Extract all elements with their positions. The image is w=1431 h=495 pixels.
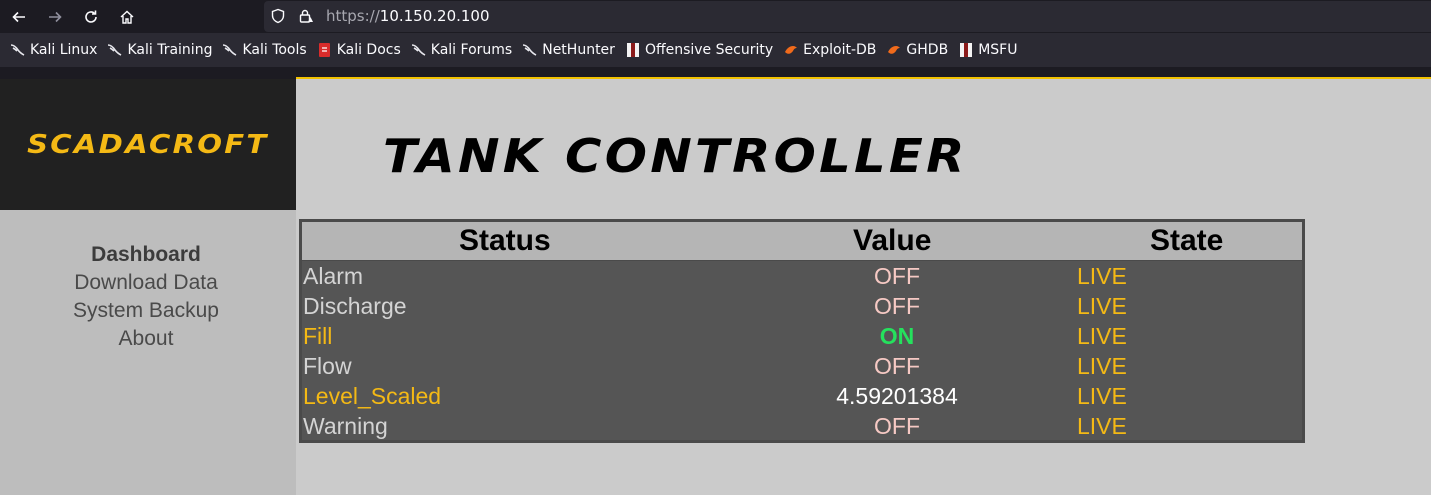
bookmark-label: Kali Tools <box>242 42 307 58</box>
nav-about[interactable]: About <box>0 325 292 353</box>
page-title: TANK CONTROLLER <box>383 129 968 183</box>
status-cell: Fill <box>303 323 333 349</box>
status-cell: Warning <box>303 413 388 439</box>
table-row: Fill ON LIVE <box>302 321 1302 351</box>
bookmark-item[interactable]: Kali Docs <box>313 33 407 67</box>
header-divider <box>0 67 1431 79</box>
url-text: https://10.150.20.100 <box>326 7 490 25</box>
url-bar[interactable]: https://10.150.20.100 <box>264 1 1431 32</box>
value-cell: OFF <box>874 293 920 319</box>
table-row: Flow OFF LIVE <box>302 351 1302 381</box>
exploit-db-icon <box>783 42 799 58</box>
table-row: Level_Scaled 4.59201384 LIVE <box>302 381 1302 411</box>
bookmark-label: Exploit-DB <box>803 42 877 58</box>
kali-dragon-icon <box>411 42 427 58</box>
kali-docs-icon <box>317 42 333 58</box>
kali-dragon-icon <box>107 42 123 58</box>
bookmark-item[interactable]: MSFU <box>954 33 1023 67</box>
bookmark-item[interactable]: Kali Tools <box>218 33 312 67</box>
nav-system-backup[interactable]: System Backup <box>0 297 292 325</box>
bookmark-item[interactable]: GHDB <box>882 33 954 67</box>
bookmark-item[interactable]: Kali Linux <box>6 33 103 67</box>
bookmark-label: Kali Docs <box>336 42 401 58</box>
status-cell: Flow <box>303 353 352 379</box>
value-cell: OFF <box>874 353 920 379</box>
back-button[interactable] <box>6 4 32 30</box>
state-cell: LIVE <box>1077 293 1127 319</box>
bookmark-item[interactable]: NetHunter <box>518 33 621 67</box>
kali-dragon-icon <box>222 42 238 58</box>
bookmark-label: Offensive Security <box>644 42 774 58</box>
state-cell: LIVE <box>1077 353 1127 379</box>
status-table: Status Value State Alarm OFF LIVE Discharge… <box>299 219 1305 443</box>
column-header-status: Status <box>459 224 551 257</box>
page-content: SCADACROFT Dashboard Download Data Syste… <box>0 79 1431 495</box>
value-cell: OFF <box>874 413 920 439</box>
state-cell: LIVE <box>1077 323 1127 349</box>
sidebar: SCADACROFT Dashboard Download Data Syste… <box>0 79 296 495</box>
offsec-icon <box>625 42 641 58</box>
side-nav: Dashboard Download Data System Backup Ab… <box>0 241 292 353</box>
table-row: Warning OFF LIVE <box>302 411 1302 441</box>
bookmark-label: NetHunter <box>542 42 615 58</box>
bookmark-label: Kali Forums <box>430 42 513 58</box>
status-cell: Alarm <box>303 263 364 289</box>
state-cell: LIVE <box>1077 383 1127 409</box>
logo-box[interactable]: SCADACROFT <box>0 79 296 210</box>
kali-dragon-icon <box>10 42 26 58</box>
value-cell: ON <box>879 323 915 349</box>
bookmarks-bar: Kali Linux Kali Training Kali Tools Kali Do… <box>0 33 1431 67</box>
lock-warning-icon[interactable] <box>298 8 314 24</box>
scadacroft-logo: SCADACROFT <box>27 129 269 160</box>
bookmark-label: Kali Linux <box>30 42 98 58</box>
value-cell: OFF <box>874 263 920 289</box>
status-cell: Discharge <box>303 293 407 319</box>
browser-toolbar: https://10.150.20.100 <box>0 0 1431 33</box>
bookmark-label: GHDB <box>906 42 949 58</box>
bookmark-item[interactable]: Kali Training <box>103 33 218 67</box>
table-row: Alarm OFF LIVE <box>302 261 1302 291</box>
exploit-db-icon <box>886 42 902 58</box>
value-cell: 4.59201384 <box>836 383 958 409</box>
kali-dragon-icon <box>522 42 538 58</box>
nav-dashboard[interactable]: Dashboard <box>0 241 292 269</box>
forward-button[interactable] <box>42 4 68 30</box>
home-icon <box>120 10 134 24</box>
shield-icon[interactable] <box>270 8 286 24</box>
table-header: Status Value State <box>302 222 1302 261</box>
state-cell: LIVE <box>1077 263 1127 289</box>
status-cell: Level_Scaled <box>303 383 442 409</box>
reload-icon <box>85 10 97 23</box>
bookmark-item[interactable]: Offensive Security <box>621 33 779 67</box>
home-button[interactable] <box>114 4 140 30</box>
bookmark-item[interactable]: Exploit-DB <box>779 33 882 67</box>
table-row: Discharge OFF LIVE <box>302 291 1302 321</box>
state-cell: LIVE <box>1077 413 1127 439</box>
nav-download-data[interactable]: Download Data <box>0 269 292 297</box>
arrow-left-icon <box>12 11 25 23</box>
column-header-state: State <box>1150 224 1224 257</box>
offsec-icon <box>958 42 974 58</box>
arrow-right-icon <box>49 11 62 23</box>
column-header-value: Value <box>853 224 932 257</box>
bookmark-label: Kali Training <box>127 42 213 58</box>
bookmark-label: MSFU <box>978 42 1018 58</box>
bookmark-item[interactable]: Kali Forums <box>407 33 518 67</box>
reload-button[interactable] <box>78 4 104 30</box>
